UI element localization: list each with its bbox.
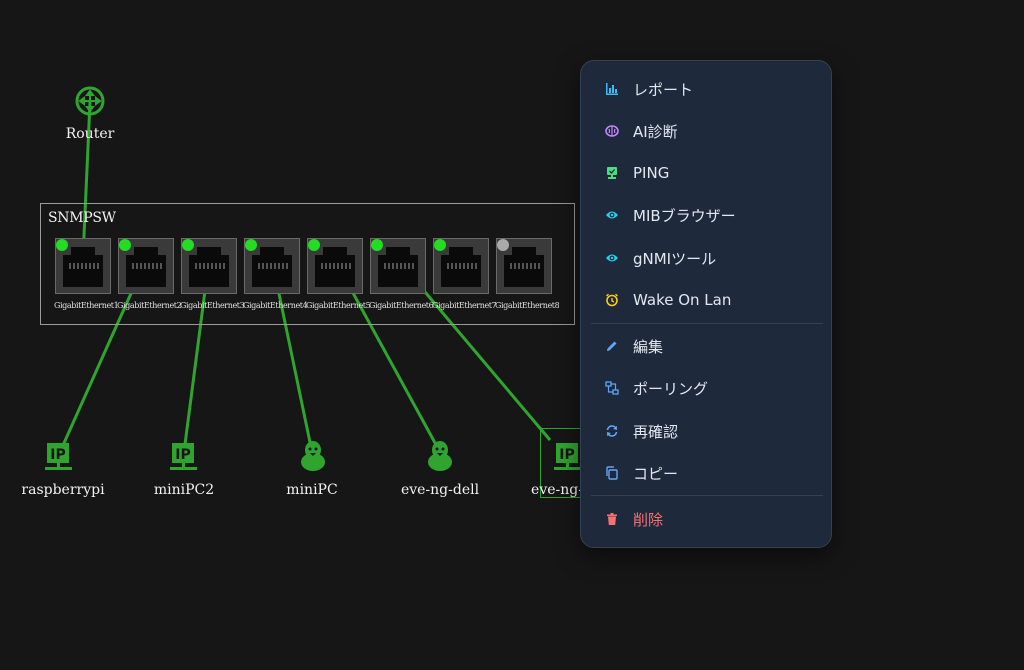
ip-host-icon[interactable]: IP	[42, 442, 76, 476]
switch-port[interactable]	[370, 238, 426, 294]
host-label-minipc: miniPC	[286, 482, 338, 498]
port-label: GigabitEthernet1	[54, 301, 118, 310]
svg-text:IP: IP	[175, 447, 190, 463]
switch-port[interactable]	[118, 238, 174, 294]
brain-icon	[605, 124, 619, 138]
chart-icon	[605, 82, 619, 96]
host-label-eve-ng-dell: eve-ng-dell	[400, 482, 480, 498]
menu-item-label: gNMIツール	[633, 249, 717, 268]
host-label-minipc2: miniPC2	[153, 482, 215, 498]
eye-icon	[605, 208, 619, 222]
port-label: GigabitEthernet6	[369, 301, 433, 310]
menu-item-label: 編集	[633, 337, 664, 356]
menu-item-label: Wake On Lan	[633, 291, 732, 309]
menu-separator	[591, 495, 823, 496]
trash-icon	[605, 512, 619, 526]
switch-port[interactable]	[181, 238, 237, 294]
menu-item-10[interactable]: 削除	[591, 501, 823, 537]
menu-item-9[interactable]: コピー	[591, 455, 823, 491]
switch-name: SNMPSW	[48, 210, 116, 226]
port-status-led	[245, 239, 257, 251]
menu-item-label: 再確認	[633, 422, 679, 441]
svg-text:IP: IP	[559, 447, 574, 463]
port-label: GigabitEthernet4	[243, 301, 307, 310]
port-label: GigabitEthernet5	[306, 301, 370, 310]
host-label-eve-ng: eve-ng-	[531, 482, 583, 498]
menu-item-3[interactable]: MIBブラウザー	[591, 197, 823, 233]
router-icon[interactable]	[75, 86, 105, 120]
menu-item-2[interactable]: PING	[591, 155, 823, 191]
menu-item-0[interactable]: レポート	[591, 71, 823, 107]
menu-item-7[interactable]: ポーリング	[591, 370, 823, 406]
host-label-raspberrypi: raspberrypi	[21, 482, 105, 498]
switch-port[interactable]	[433, 238, 489, 294]
linux-icon[interactable]	[297, 440, 329, 476]
port-status-led	[182, 239, 194, 251]
port-label: GigabitEthernet8	[495, 301, 559, 310]
port-status-led	[497, 239, 509, 251]
refresh-icon	[605, 424, 619, 438]
port-label: GigabitEthernet3	[180, 301, 244, 310]
port-label: GigabitEthernet7	[432, 301, 496, 310]
port-status-led	[434, 239, 446, 251]
menu-item-6[interactable]: 編集	[591, 328, 823, 364]
linux-icon[interactable]	[424, 440, 456, 476]
port-status-led	[119, 239, 131, 251]
port-status-led	[308, 239, 320, 251]
svg-text:IP: IP	[50, 447, 65, 463]
switch-node[interactable]: SNMPSW GigabitEthernet1 GigabitEthernet2 G…	[40, 203, 575, 325]
menu-item-label: 削除	[633, 510, 664, 529]
port-label: GigabitEthernet2	[117, 301, 181, 310]
monitor-icon	[605, 166, 619, 180]
menu-item-label: レポート	[633, 80, 694, 99]
port-status-led	[56, 239, 68, 251]
switch-port[interactable]	[244, 238, 300, 294]
alarm-icon	[605, 293, 619, 307]
menu-item-8[interactable]: 再確認	[591, 413, 823, 449]
context-menu: レポート AI診断 PING MIBブラウザー gNMIツール Wake On Lan 編集…	[580, 60, 832, 548]
router-label: Router	[65, 126, 115, 142]
menu-item-label: AI診断	[633, 122, 678, 141]
switch-port[interactable]	[496, 238, 552, 294]
port-status-led	[371, 239, 383, 251]
eye-icon	[605, 251, 619, 265]
menu-item-label: PING	[633, 164, 670, 182]
menu-item-4[interactable]: gNMIツール	[591, 240, 823, 276]
menu-separator	[591, 323, 823, 324]
menu-item-label: ポーリング	[633, 379, 709, 398]
switch-port[interactable]	[55, 238, 111, 294]
copy-icon	[605, 466, 619, 480]
menu-item-5[interactable]: Wake On Lan	[591, 282, 823, 318]
menu-item-1[interactable]: AI診断	[591, 113, 823, 149]
pencil-icon	[605, 339, 619, 353]
polling-icon	[605, 381, 619, 395]
topology-canvas[interactable]	[0, 0, 1024, 670]
menu-item-label: MIBブラウザー	[633, 206, 736, 225]
ip-host-icon[interactable]: IP	[167, 442, 201, 476]
menu-item-label: コピー	[633, 464, 679, 483]
switch-port[interactable]	[307, 238, 363, 294]
